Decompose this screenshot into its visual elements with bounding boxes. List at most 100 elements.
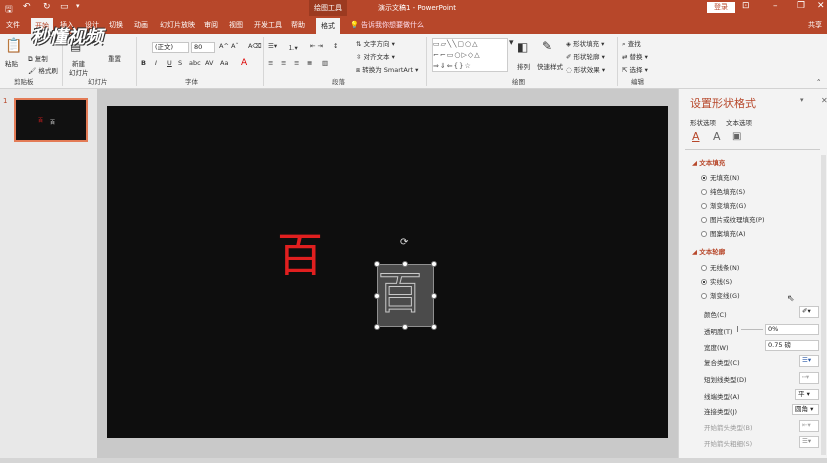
indent-icon[interactable]: ⇤ ⇥ <box>310 42 323 50</box>
line-spacing-icon[interactable]: ↕ <box>333 42 338 50</box>
copy-button[interactable]: ⧉ 复制 <box>28 53 48 64</box>
resize-handle[interactable] <box>431 261 437 267</box>
reset-button[interactable]: 重置 <box>108 53 121 63</box>
clear-format-icon[interactable]: A⌫ <box>248 42 262 50</box>
close-icon[interactable]: ✕ <box>817 1 825 11</box>
text-effects-icon[interactable]: A <box>713 130 721 143</box>
slide-thumbnail[interactable]: 百 百 <box>14 98 88 142</box>
align-right-icon[interactable]: ≡ <box>294 59 299 67</box>
shapes-gallery[interactable]: ▭▱╲╲▢○△ ⌐⌐▭○▷◇△ ⇒⇓⇐{}☆ <box>432 38 508 72</box>
textbox-icon[interactable]: ▣ <box>732 131 741 142</box>
font-name-select[interactable]: (正文) <box>152 42 189 53</box>
text-direction-button[interactable]: ⇅ 文字方向 ▾ <box>356 38 395 48</box>
tell-me-search[interactable]: 💡 告诉我你想要做什么 <box>350 20 424 30</box>
collapse-ribbon-icon[interactable]: ⌃ <box>816 78 821 86</box>
tab-help[interactable]: 帮助 <box>291 20 305 30</box>
radio-button[interactable] <box>701 279 707 285</box>
tab-shape-options[interactable]: 形状选项 <box>690 117 716 127</box>
decrease-font-icon[interactable]: Aˇ <box>231 42 239 50</box>
outline-option[interactable]: 无线条(N) <box>701 262 739 272</box>
undo-icon[interactable]: ↶ <box>23 2 31 12</box>
outline-color-picker[interactable]: ✐▾ <box>799 306 819 318</box>
fill-option[interactable]: 图案填充(A) <box>701 228 746 238</box>
pane-close-icon[interactable]: ✕ <box>821 96 827 105</box>
shadow-icon[interactable]: S <box>178 59 182 67</box>
align-left-icon[interactable]: ≡ <box>268 59 273 67</box>
radio-button[interactable] <box>701 189 707 195</box>
tab-file[interactable]: 文件 <box>6 20 20 30</box>
arrange-icon[interactable]: ◧ <box>517 40 528 54</box>
font-color-icon[interactable]: A <box>241 58 247 68</box>
format-painter-button[interactable]: 🖌 格式刷 <box>28 65 58 75</box>
width-input[interactable]: 0.75 磅 <box>765 340 819 351</box>
shape-effects-button[interactable]: ◌ 形状效果 ▾ <box>566 64 605 74</box>
fill-option[interactable]: 无填充(N) <box>701 172 739 182</box>
rotate-handle-icon[interactable]: ⟳ <box>400 237 408 248</box>
resize-handle[interactable] <box>374 293 380 299</box>
select-button[interactable]: ⇱ 选择 ▾ <box>622 64 648 74</box>
tab-transitions[interactable]: 切换 <box>109 20 123 30</box>
ribbon-display-icon[interactable]: ⊡ <box>742 1 750 11</box>
increase-font-icon[interactable]: A^ <box>219 42 229 50</box>
begin-arrow-size-select[interactable]: ☰▾ <box>799 436 819 448</box>
text-fill-outline-icon[interactable]: A <box>692 130 700 143</box>
shapes-more-icon[interactable]: ▾ <box>509 38 514 48</box>
redo-icon[interactable]: ↻ <box>43 2 51 12</box>
bold-icon[interactable]: B <box>141 59 146 67</box>
fill-option[interactable]: 渐变填充(G) <box>701 200 746 210</box>
columns-icon[interactable]: ▥ <box>322 59 328 67</box>
tab-text-options[interactable]: 文本选项 <box>726 117 752 127</box>
resize-handle[interactable] <box>402 324 408 330</box>
pane-scrollbar[interactable] <box>821 155 826 455</box>
fill-option[interactable]: 图片或纹理填充(P) <box>701 214 765 224</box>
tab-format[interactable]: 格式 <box>316 18 340 34</box>
quick-styles-icon[interactable]: ✎ <box>542 39 552 53</box>
new-slide-label[interactable]: 幻灯片 <box>69 67 89 77</box>
outline-option[interactable]: 实线(S) <box>701 276 732 286</box>
pane-options-icon[interactable]: ▾ <box>800 96 804 104</box>
resize-handle[interactable] <box>431 324 437 330</box>
arrange-button[interactable]: 排列 <box>517 61 530 71</box>
smartart-button[interactable]: ⧈ 转换为 SmartArt ▾ <box>356 64 418 75</box>
numbering-icon[interactable]: ⒈▾ <box>288 42 298 52</box>
bullets-icon[interactable]: ☰▾ <box>268 42 277 50</box>
join-type-select[interactable]: 圆角 ▾ <box>792 404 819 415</box>
dash-type-select[interactable]: ┅▾ <box>799 372 819 384</box>
radio-button[interactable] <box>701 175 707 181</box>
font-size-select[interactable]: 80 <box>191 42 215 53</box>
tab-review[interactable]: 审阅 <box>204 20 218 30</box>
char-spacing-icon[interactable]: AV <box>205 59 213 67</box>
tab-slideshow[interactable]: 幻灯片放映 <box>160 20 195 30</box>
strikethrough-icon[interactable]: abc <box>189 59 201 67</box>
replace-button[interactable]: ⇄ 替换 ▾ <box>622 51 648 61</box>
change-case-icon[interactable]: Aa <box>220 59 228 67</box>
align-center-icon[interactable]: ≡ <box>281 59 286 67</box>
radio-button[interactable] <box>701 203 707 209</box>
resize-handle[interactable] <box>431 293 437 299</box>
text-fill-section[interactable]: ◢ 文本填充 <box>692 157 725 167</box>
align-text-button[interactable]: ⇳ 对齐文本 ▾ <box>356 51 395 61</box>
text-outline-section[interactable]: ◢ 文本轮廓 <box>692 246 725 256</box>
quick-styles-button[interactable]: 快速样式 <box>537 61 563 71</box>
login-button[interactable]: 登录 <box>707 2 735 13</box>
minimize-icon[interactable]: – <box>773 1 778 11</box>
justify-icon[interactable]: ≣ <box>307 59 312 67</box>
radio-button[interactable] <box>701 265 707 271</box>
compound-type-select[interactable]: ☰▾ <box>799 355 819 367</box>
restore-icon[interactable]: ❐ <box>797 1 805 11</box>
cap-type-select[interactable]: 平 ▾ <box>795 389 819 400</box>
resize-handle[interactable] <box>402 261 408 267</box>
tab-animations[interactable]: 动画 <box>134 20 148 30</box>
radio-button[interactable] <box>701 217 707 223</box>
share-button[interactable]: 共享 <box>808 20 822 30</box>
presentation-icon[interactable]: ▭ <box>60 2 69 12</box>
red-text-box[interactable]: 百 <box>277 227 323 283</box>
shape-outline-button[interactable]: ✐ 形状轮廓 ▾ <box>566 51 605 61</box>
underline-icon[interactable]: U <box>167 59 172 67</box>
outlined-text[interactable]: 百 <box>378 262 423 326</box>
transparency-input[interactable]: 0% <box>765 324 819 335</box>
transparency-slider[interactable] <box>737 326 738 332</box>
customize-quick-access-icon[interactable]: ▾ <box>76 2 80 10</box>
shape-fill-button[interactable]: ◈ 形状填充 ▾ <box>566 38 604 48</box>
fill-option[interactable]: 纯色填充(S) <box>701 186 745 196</box>
